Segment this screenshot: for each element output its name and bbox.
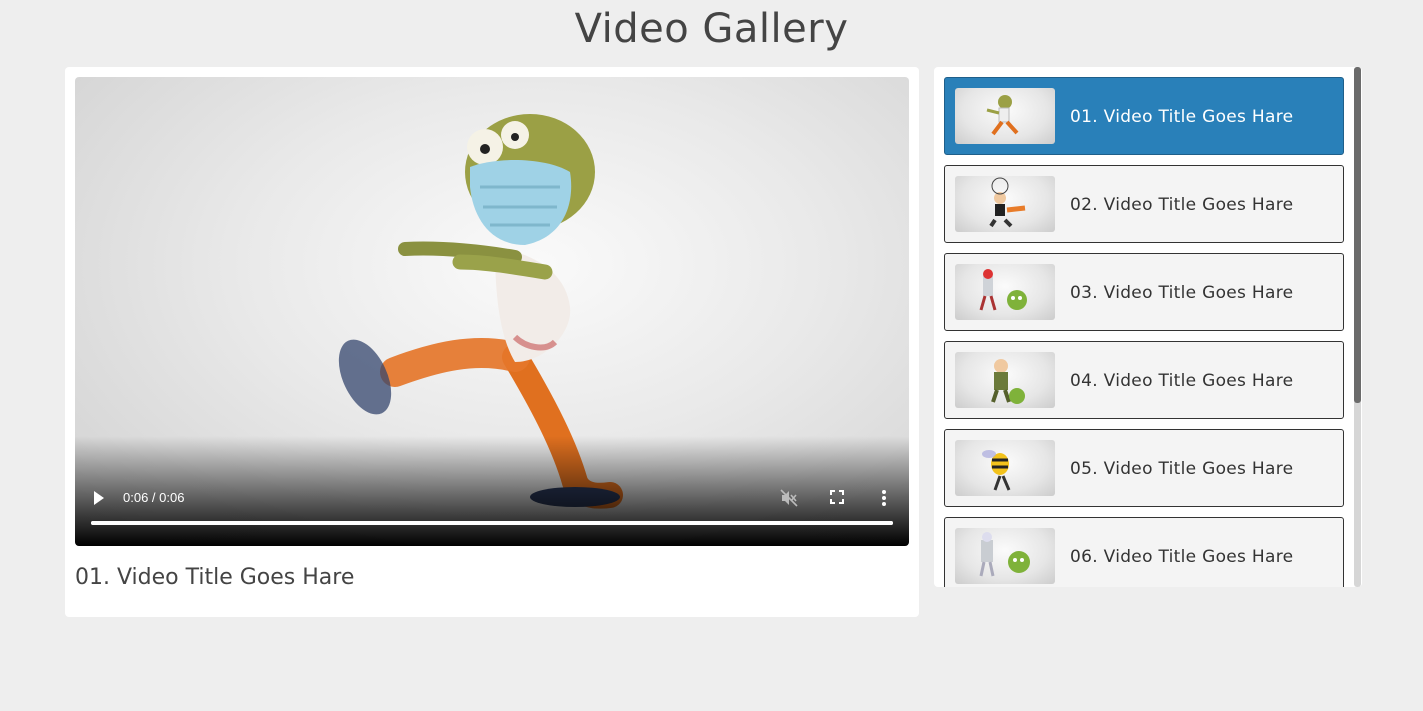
time-display: 0:06 / 0:06 (123, 490, 185, 505)
playlist-item[interactable]: 05. Video Title Goes Hare (944, 429, 1344, 507)
video-thumbnail (955, 528, 1055, 584)
progress-bar[interactable] (91, 521, 893, 525)
progress-fill (91, 521, 893, 525)
video-playlist: 01. Video Title Goes Hare 02. Video Title… (934, 67, 1362, 587)
scrollbar-thumb[interactable] (1354, 67, 1361, 403)
more-vertical-icon (882, 490, 886, 506)
more-options-button[interactable] (878, 488, 890, 508)
video-player[interactable]: 0:06 / 0:06 (75, 77, 909, 546)
playlist-item-title: 04. Video Title Goes Hare (1070, 371, 1294, 391)
video-thumbnail (955, 440, 1055, 496)
play-icon (94, 491, 104, 505)
playlist-item-title: 03. Video Title Goes Hare (1070, 283, 1294, 303)
playlist-item[interactable]: 04. Video Title Goes Hare (944, 341, 1344, 419)
video-thumbnail (955, 264, 1055, 320)
play-button[interactable] (91, 489, 107, 507)
playlist-list: 01. Video Title Goes Hare 02. Video Title… (944, 77, 1344, 587)
page-title: Video Gallery (574, 6, 849, 52)
playlist-item-title: 05. Video Title Goes Hare (1070, 459, 1294, 479)
video-thumbnail (955, 176, 1055, 232)
video-thumbnail (955, 352, 1055, 408)
playlist-item[interactable]: 01. Video Title Goes Hare (944, 77, 1344, 155)
volume-muted-icon (780, 489, 798, 507)
video-thumbnail (955, 88, 1055, 144)
playlist-scrollbar[interactable] (1354, 67, 1361, 587)
playlist-item[interactable]: 06. Video Title Goes Hare (944, 517, 1344, 587)
playlist-item-title: 02. Video Title Goes Hare (1070, 195, 1294, 215)
playlist-item-title: 06. Video Title Goes Hare (1070, 547, 1294, 567)
mute-button[interactable] (779, 488, 799, 508)
main-video-panel: 0:06 / 0:06 01. Video Title Goes Hare (65, 67, 919, 617)
now-playing-title: 01. Video Title Goes Hare (75, 565, 355, 590)
playlist-item[interactable]: 02. Video Title Goes Hare (944, 165, 1344, 243)
playlist-item[interactable]: 03. Video Title Goes Hare (944, 253, 1344, 331)
playlist-item-title: 01. Video Title Goes Hare (1070, 107, 1294, 127)
fullscreen-button[interactable] (829, 489, 845, 505)
fullscreen-icon (830, 490, 844, 504)
